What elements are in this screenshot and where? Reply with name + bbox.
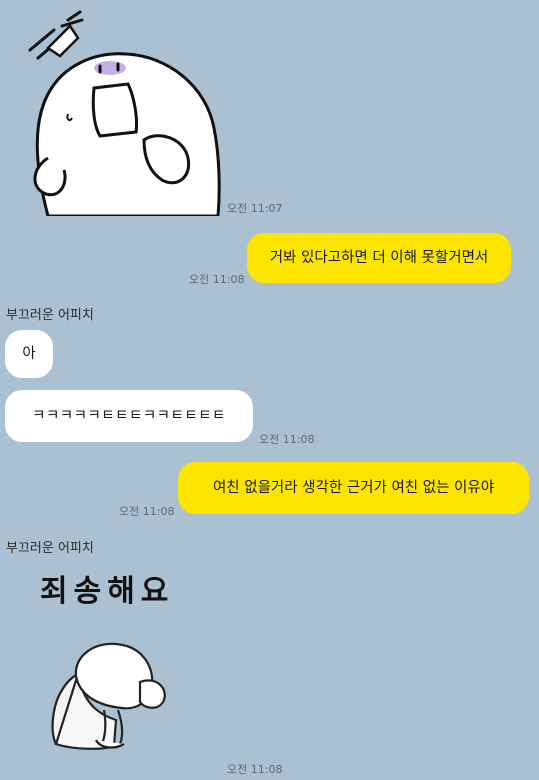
received-message-bubble[interactable]: ㅋㅋㅋㅋㅋㅌㅌㅌㅋㅋㅌㅌㅌㅌ — [5, 390, 253, 442]
sent-message-bubble[interactable]: 거봐 있다고하면 더 이해 못할거면서 — [247, 233, 511, 283]
timestamp: 오전 11:07 — [227, 202, 283, 215]
sender-name: 부끄러운 어피치 — [6, 541, 94, 556]
message-text: ㅋㅋㅋㅋㅋㅌㅌㅌㅋㅋㅌㅌㅌㅌ — [32, 407, 226, 424]
surprised-ghost-sticker[interactable] — [8, 8, 223, 216]
received-message-bubble[interactable]: 아 — [5, 330, 53, 378]
sticker-caption: 죄송해요 — [40, 574, 175, 609]
message-text: 아 — [22, 345, 36, 362]
message-text: 여친 없을거라 생각한 근거가 여친 없는 이유야 — [212, 479, 495, 496]
sent-message-bubble[interactable]: 여친 없을거라 생각한 근거가 여친 없는 이유야 — [178, 462, 529, 514]
timestamp: 오전 11:08 — [189, 273, 245, 286]
timestamp: 오전 11:08 — [259, 433, 315, 446]
timestamp: 오전 11:08 — [227, 763, 283, 776]
bowing-ghost-sticker[interactable] — [44, 636, 174, 754]
message-text: 거봐 있다고하면 더 이해 못할거면서 — [269, 249, 489, 266]
timestamp: 오전 11:08 — [119, 505, 175, 518]
sender-name: 부끄러운 어피치 — [6, 308, 94, 323]
